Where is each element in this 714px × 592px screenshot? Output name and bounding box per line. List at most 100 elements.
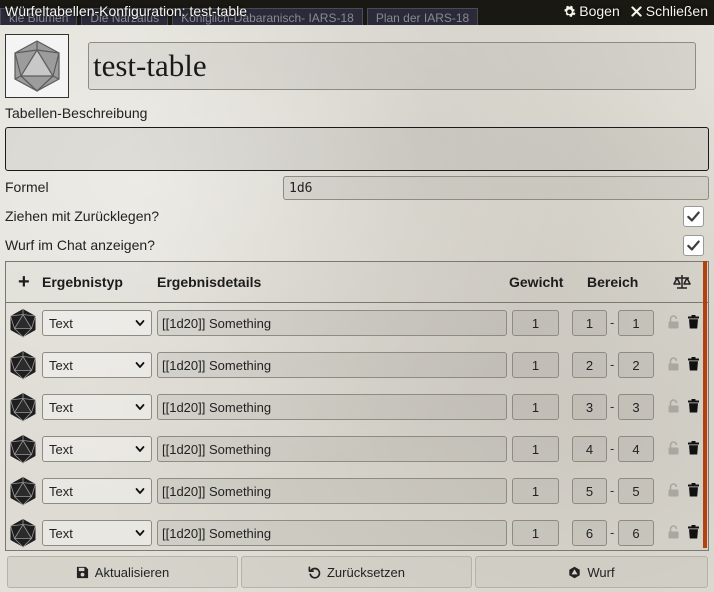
result-type-select[interactable]: Text: [42, 478, 152, 504]
unlock-icon[interactable]: [667, 483, 680, 497]
unlock-icon[interactable]: [667, 525, 680, 539]
range-separator: -: [610, 357, 615, 372]
trash-icon[interactable]: [687, 399, 700, 413]
chevron-down-icon: [135, 320, 145, 326]
d20-icon[interactable]: [8, 392, 38, 422]
range-high-input[interactable]: 4: [618, 436, 654, 462]
result-type-select[interactable]: Text: [42, 394, 152, 420]
range-low-input[interactable]: 6: [572, 520, 607, 546]
range-separator: -: [610, 399, 615, 414]
result-type-select[interactable]: Text: [42, 310, 152, 336]
range-separator: -: [610, 441, 615, 456]
trash-icon[interactable]: [687, 525, 700, 539]
trash-icon[interactable]: [687, 357, 700, 371]
checkmark-icon: [687, 240, 700, 251]
weight-input[interactable]: 1: [512, 478, 559, 504]
unlock-icon[interactable]: [667, 357, 680, 371]
save-icon: [76, 566, 88, 578]
roll-label: Wurf: [587, 564, 615, 580]
sheet-label: Bogen: [579, 3, 620, 19]
replacement-label: Ziehen mit Zurücklegen?: [5, 208, 160, 224]
formula-label: Formel: [5, 179, 49, 195]
result-type-select[interactable]: Text: [42, 352, 152, 378]
range-high-input[interactable]: 3: [618, 394, 654, 420]
d20-icon[interactable]: [8, 350, 38, 380]
trash-icon[interactable]: [687, 315, 700, 329]
window-header[interactable]: kle Blumen Die Narzalus Königlich-Dabara…: [0, 0, 714, 25]
display-roll-checkbox[interactable]: [683, 235, 704, 256]
range-separator: -: [610, 525, 615, 540]
table-name-input[interactable]: [88, 42, 696, 90]
roll-button[interactable]: Wurf: [475, 556, 708, 588]
checkmark-icon: [687, 211, 700, 222]
range-low-input[interactable]: 5: [572, 478, 607, 504]
header-weight: Gewicht: [509, 274, 564, 290]
close-icon: [631, 5, 642, 17]
gear-icon: [564, 5, 576, 17]
window-title: Würfeltabellen-Konfiguration: test-table: [5, 3, 248, 19]
weight-input[interactable]: 1: [512, 436, 559, 462]
description-label: Tabellen-Beschreibung: [5, 105, 148, 121]
result-row: Text [[1d20]] Something 1 5-5: [6, 476, 708, 506]
header-range: Bereich: [587, 274, 639, 290]
weight-input[interactable]: 1: [512, 352, 559, 378]
unlock-icon[interactable]: [667, 315, 680, 329]
result-row: Text [[1d20]] Something 1 3-3: [6, 392, 708, 422]
result-type-select[interactable]: Text: [42, 436, 152, 462]
formula-input[interactable]: [283, 176, 709, 200]
range-low-input[interactable]: 1: [572, 310, 607, 336]
range-low-input[interactable]: 3: [572, 394, 607, 420]
result-row: Text [[1d20]] Something 1 4-4: [6, 434, 708, 464]
d20-icon[interactable]: [8, 434, 38, 464]
result-type-value: Text: [49, 441, 73, 457]
balance-scale-icon[interactable]: [673, 274, 691, 290]
close-button[interactable]: Schließen: [630, 3, 708, 19]
close-label: Schließen: [645, 3, 708, 19]
result-row: Text [[1d20]] Something 1 2-2: [6, 350, 708, 380]
d20-icon: [14, 40, 60, 92]
range-separator: -: [610, 483, 615, 498]
unlock-icon[interactable]: [667, 399, 680, 413]
header-result-details: Ergebnisdetails: [157, 274, 262, 290]
replacement-checkbox[interactable]: [683, 206, 704, 227]
header-controls: Bogen Schließen: [563, 3, 708, 19]
result-type-value: Text: [49, 483, 73, 499]
scrollbar[interactable]: [703, 261, 707, 548]
reset-button[interactable]: Zurücksetzen: [241, 556, 472, 588]
range-high-input[interactable]: 6: [618, 520, 654, 546]
weight-input[interactable]: 1: [512, 310, 559, 336]
result-type-value: Text: [49, 315, 73, 331]
result-details-input[interactable]: [[1d20]] Something: [157, 394, 507, 420]
reset-label: Zurücksetzen: [326, 564, 406, 580]
add-result-button[interactable]: +: [18, 271, 30, 294]
result-details-input[interactable]: [[1d20]] Something: [157, 520, 507, 546]
range-high-input[interactable]: 5: [618, 478, 654, 504]
dice-icon: [569, 566, 581, 578]
result-details-input[interactable]: [[1d20]] Something: [157, 352, 507, 378]
trash-icon[interactable]: [687, 441, 700, 455]
update-button[interactable]: Aktualisieren: [7, 556, 238, 588]
result-type-select[interactable]: Text: [42, 520, 152, 546]
range-high-input[interactable]: 1: [618, 310, 654, 336]
result-details-input[interactable]: [[1d20]] Something: [157, 310, 507, 336]
unlock-icon[interactable]: [667, 441, 680, 455]
d20-icon[interactable]: [8, 308, 38, 338]
result-details-input[interactable]: [[1d20]] Something: [157, 478, 507, 504]
header-result-type: Ergebnistyp: [42, 274, 123, 290]
sheet-button[interactable]: Bogen: [563, 3, 620, 19]
chevron-down-icon: [135, 530, 145, 536]
d20-icon[interactable]: [8, 518, 38, 548]
chevron-down-icon: [135, 446, 145, 452]
d20-icon[interactable]: [8, 476, 38, 506]
display-roll-label: Wurf im Chat anzeigen?: [5, 237, 155, 253]
weight-input[interactable]: 1: [512, 394, 559, 420]
table-image[interactable]: [5, 34, 69, 98]
description-editor[interactable]: [5, 127, 709, 171]
trash-icon[interactable]: [687, 483, 700, 497]
range-low-input[interactable]: 2: [572, 352, 607, 378]
range-low-input[interactable]: 4: [572, 436, 607, 462]
weight-input[interactable]: 1: [512, 520, 559, 546]
range-high-input[interactable]: 2: [618, 352, 654, 378]
result-details-input[interactable]: [[1d20]] Something: [157, 436, 507, 462]
range-separator: -: [610, 315, 615, 330]
